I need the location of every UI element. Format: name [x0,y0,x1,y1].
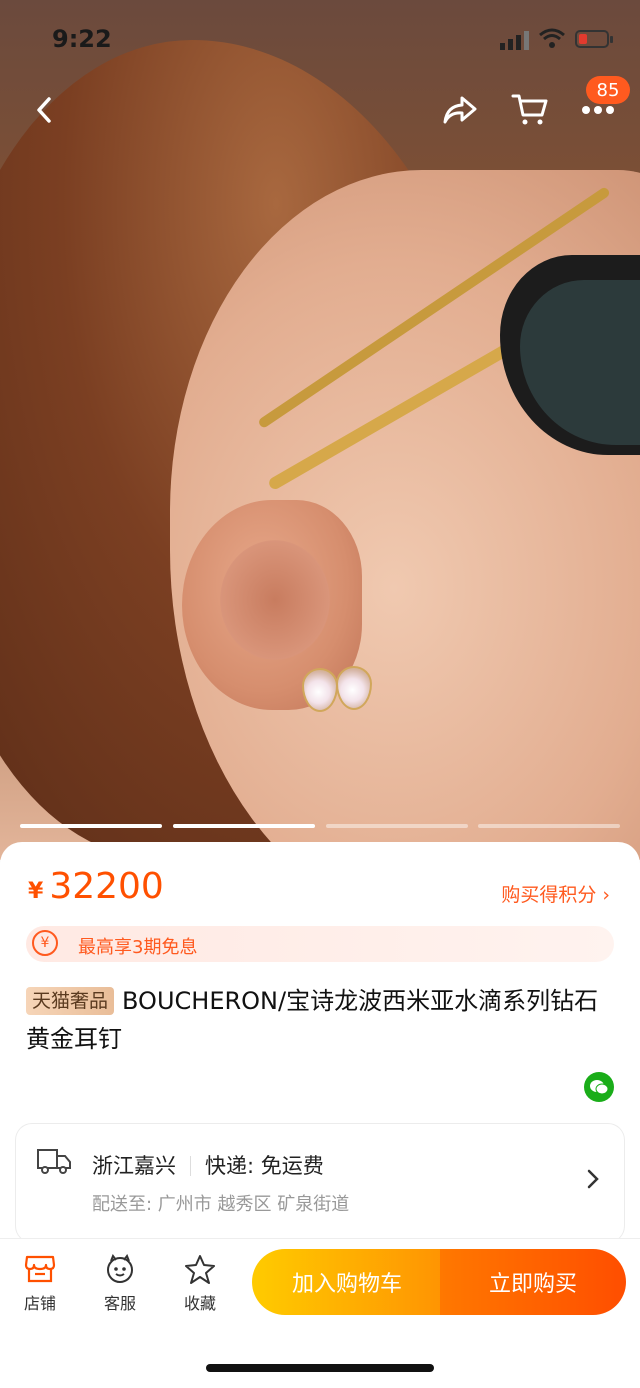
points-link[interactable]: 购买得积分 › [501,880,610,907]
favorite-button[interactable]: 收藏 [170,1254,230,1314]
status-bar: 9:22 [0,0,640,80]
service-button[interactable]: 客服 [90,1254,150,1314]
battery-tip [610,36,613,43]
carousel-dot[interactable] [326,824,468,828]
battery-icon [575,30,609,48]
cart-button[interactable] [506,86,554,134]
customer-service-icon [107,1254,133,1283]
chevron-right-icon [587,1169,599,1189]
status-time: 9:22 [52,25,112,53]
star-icon [185,1255,215,1284]
back-button[interactable] [20,86,68,134]
share-button[interactable] [436,86,484,134]
cart-icon [511,94,548,125]
product-title: 天猫奢品 BOUCHERON/宝诗龙波西米亚水滴系列钻石黄金耳钉 [26,982,614,1058]
wechat-share-button[interactable] [584,1072,614,1102]
carousel-dot[interactable] [478,824,620,828]
store-icon [24,1255,56,1283]
wifi-icon [539,28,565,48]
promo-text: 最高享3期免息 [78,937,198,958]
signal-icon [500,31,529,50]
share-icon [443,96,477,124]
ship-destination: 配送至: 广州市 越秀区 矿泉街道 [92,1194,350,1215]
ship-origin: 浙江嘉兴 [92,1154,176,1178]
service-label: 客服 [103,1294,136,1313]
divider [190,1156,191,1176]
ship-method: 快递: 免运费 [205,1154,324,1178]
add-to-cart-button[interactable]: 加入购物车 [252,1249,442,1315]
buy-now-button[interactable]: 立即购买 [440,1249,626,1315]
favorite-label: 收藏 [183,1294,216,1313]
shipping-summary: 浙江嘉兴 快递: 免运费 [92,1150,324,1180]
wechat-icon [590,1080,609,1095]
shipping-section[interactable] [16,1124,624,1242]
tmall-luxury-tag: 天猫奢品 [26,987,115,1015]
product-price: ¥32200 [28,866,164,907]
carousel-indicator [20,824,620,828]
truck-icon [37,1149,71,1174]
more-icon [582,106,614,114]
price-value: 32200 [49,866,164,907]
store-label: 店铺 [23,1294,56,1313]
installment-icon: ¥ [32,930,58,956]
store-button[interactable]: 店铺 [10,1254,70,1314]
carousel-dot[interactable] [20,824,162,828]
ear-inner [220,540,330,660]
chevron-left-icon [37,97,51,123]
currency-symbol: ¥ [28,879,44,904]
home-indicator[interactable] [206,1364,434,1372]
message-badge: 85 [586,76,630,104]
carousel-dot[interactable] [173,824,315,828]
